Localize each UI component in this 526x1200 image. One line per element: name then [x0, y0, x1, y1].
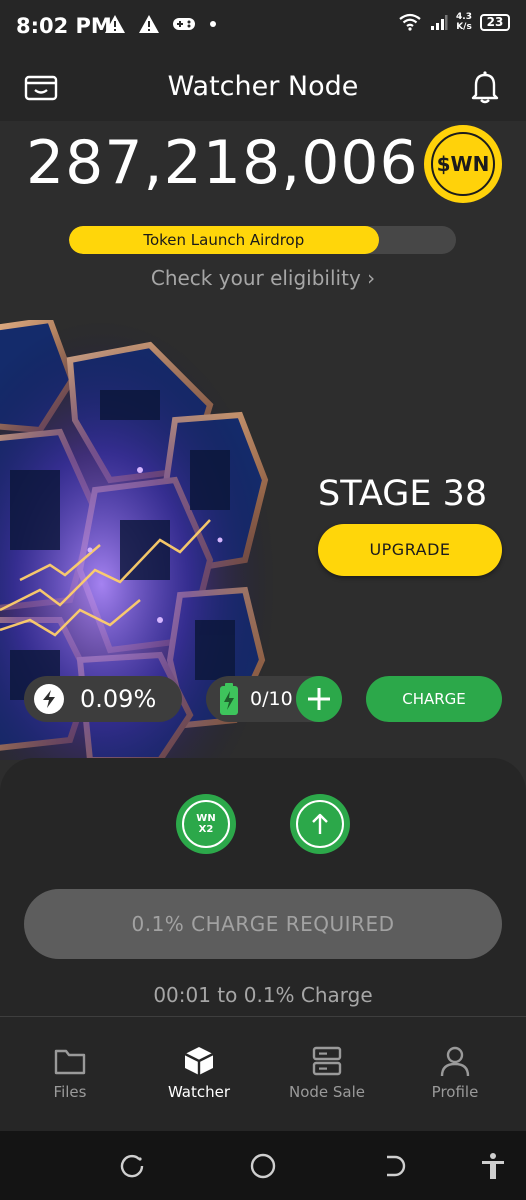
- app-screen: 8:02 PM 4.3 K/s 23 Watcher Node 287,218,…: [0, 0, 526, 1200]
- mining-rate-pill: 0.09%: [24, 676, 182, 722]
- status-system-icons: 4.3 K/s 23: [398, 12, 510, 32]
- plus-icon: [308, 688, 330, 710]
- bell-icon[interactable]: [468, 69, 502, 105]
- upgrade-button[interactable]: UPGRADE: [318, 524, 502, 576]
- airdrop-progress-bar[interactable]: Token Launch Airdrop: [69, 226, 456, 254]
- token-coin-icon: $WN: [424, 125, 502, 203]
- charge-countdown: 00:01 to 0.1% Charge: [153, 983, 373, 1007]
- dot-icon: [210, 21, 216, 27]
- home-icon[interactable]: [248, 1151, 278, 1181]
- stage-label: STAGE 38: [318, 474, 488, 514]
- arrow-up-icon: [296, 800, 344, 848]
- charges-pill: 0/10: [206, 676, 342, 722]
- charges-count: 0/10: [250, 688, 293, 710]
- battery-charge-icon: [220, 683, 238, 715]
- folder-icon: [54, 1049, 86, 1075]
- nav-item-watcher[interactable]: Watcher: [134, 1045, 264, 1101]
- token-symbol: $WN: [431, 132, 495, 196]
- warning-icon: [139, 15, 159, 33]
- nav-label-node-sale: Node Sale: [288, 1083, 366, 1101]
- nav-item-files[interactable]: Files: [5, 1045, 135, 1101]
- cube-icon: [184, 1047, 214, 1075]
- airdrop-progress-label: Token Launch Airdrop: [143, 231, 305, 249]
- warning-icon: [105, 15, 125, 33]
- page-title: Watcher Node: [167, 71, 359, 102]
- app-header: Watcher Node: [0, 55, 526, 121]
- status-bar: 8:02 PM 4.3 K/s 23: [0, 0, 526, 55]
- check-eligibility-link[interactable]: Check your eligibility ›: [0, 266, 526, 290]
- person-icon: [440, 1046, 470, 1077]
- battery-icon: 23: [480, 13, 510, 31]
- signal-icon: [431, 15, 448, 30]
- bottom-nav: Files Watcher Node Sale Profile: [0, 1017, 526, 1131]
- nav-label-profile: Profile: [431, 1083, 479, 1101]
- system-nav-bar: [0, 1131, 526, 1200]
- mining-rate-value: 0.09%: [80, 685, 157, 713]
- multiplier-line1: WN: [196, 813, 216, 824]
- wifi-icon: [399, 13, 421, 31]
- charge-required-button[interactable]: 0.1% CHARGE REQUIRED: [24, 889, 502, 959]
- multiplier-boost-button[interactable]: WN X2: [176, 794, 236, 854]
- recents-icon[interactable]: [117, 1151, 147, 1181]
- network-speed-unit: K/s: [456, 22, 472, 32]
- battery-level: 23: [486, 15, 504, 29]
- back-icon[interactable]: [379, 1151, 409, 1181]
- nav-label-files: Files: [53, 1083, 87, 1101]
- gamepad-icon: [173, 18, 195, 30]
- add-charge-button[interactable]: [296, 676, 342, 722]
- nav-label-watcher: Watcher: [167, 1083, 231, 1101]
- accessibility-icon[interactable]: [478, 1151, 508, 1181]
- network-speed-value: 4.3: [456, 12, 472, 22]
- token-balance: 287,218,006: [26, 128, 419, 198]
- multiplier-icon: WN X2: [182, 800, 230, 848]
- nav-item-node-sale[interactable]: Node Sale: [262, 1045, 392, 1101]
- charge-button[interactable]: CHARGE: [366, 676, 502, 722]
- network-speed: 4.3 K/s: [456, 12, 472, 32]
- speed-boost-button[interactable]: [290, 794, 350, 854]
- server-icon: [312, 1046, 342, 1076]
- multiplier-line2: X2: [198, 824, 214, 835]
- nav-item-profile[interactable]: Profile: [390, 1045, 520, 1101]
- lightning-icon: [34, 684, 64, 714]
- status-notification-icons: [104, 14, 218, 34]
- status-time: 8:02 PM: [16, 14, 112, 38]
